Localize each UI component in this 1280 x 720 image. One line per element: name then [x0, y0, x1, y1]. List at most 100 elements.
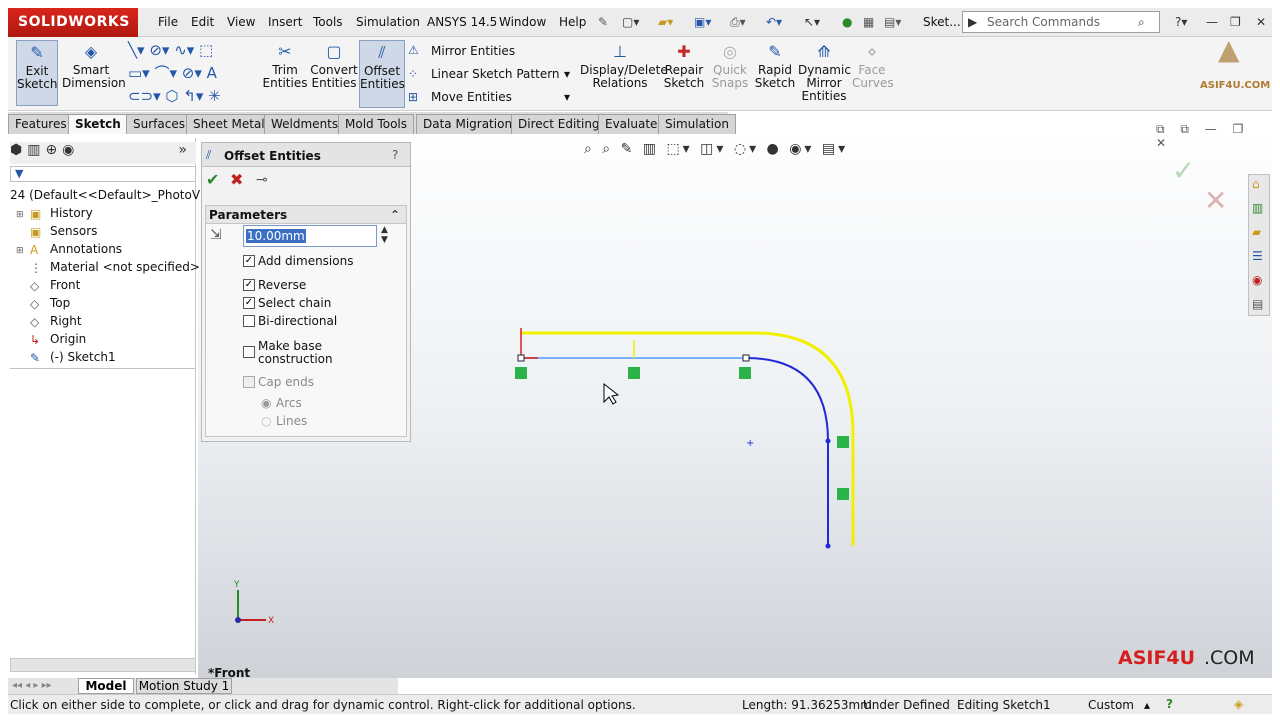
tree-item-origin[interactable]: Origin — [50, 330, 86, 348]
chevron-down-icon[interactable]: ▾ — [564, 90, 570, 104]
expand-icon[interactable]: ⊞ — [16, 244, 24, 258]
chevron-up-icon[interactable]: ▴ — [1144, 698, 1150, 712]
convert-entities-button[interactable]: ▢ Convert Entities — [310, 42, 358, 90]
tab-mold-tools[interactable]: Mold Tools — [338, 114, 415, 134]
tab-weldments[interactable]: Weldments — [264, 114, 346, 134]
tab-direct-editing[interactable]: Direct Editing — [511, 114, 607, 134]
minimize-icon[interactable]: — — [1206, 15, 1218, 29]
help-icon[interactable]: ?▾ — [1175, 15, 1187, 29]
appearances-icon[interactable]: ◉ — [1252, 273, 1262, 287]
reverse-checkbox[interactable]: ✓ — [243, 279, 255, 291]
pin-icon[interactable]: ✎ — [598, 15, 608, 29]
tag-icon[interactable]: ◈ — [1234, 697, 1243, 711]
plane-icon: ◇ — [30, 279, 40, 293]
undo-icon[interactable]: ↶▾ — [766, 15, 782, 29]
save-icon[interactable]: ▣▾ — [694, 15, 711, 29]
rebuild-icon[interactable]: ● — [842, 15, 852, 29]
cancel-x-icon[interactable]: ✖ — [230, 172, 243, 188]
pushpin-icon[interactable]: ⊸ — [256, 173, 268, 187]
select-chain-checkbox[interactable]: ✓ — [243, 297, 255, 309]
tab-evaluate[interactable]: Evaluate — [598, 114, 665, 134]
bidirectional-checkbox[interactable] — [243, 315, 255, 327]
tree-item-annotations[interactable]: Annotations — [50, 240, 122, 258]
repair-sketch-button[interactable]: ✚ Repair Sketch — [662, 42, 706, 90]
menu-simulation[interactable]: Simulation — [356, 15, 420, 29]
menu-window[interactable]: Window — [499, 15, 546, 29]
dynamic-mirror-button[interactable]: ⟰ Dynamic Mirror Entities — [798, 42, 851, 103]
menu-file[interactable]: File — [158, 15, 178, 29]
tab-simulation[interactable]: Simulation — [658, 114, 736, 134]
quick-snaps-button[interactable]: ◎ Quick Snaps — [708, 42, 752, 90]
slot-tool-icon[interactable]: ⊂⊃▾ ⬡ ↰▾ ✳ — [128, 89, 221, 104]
file-properties-icon[interactable]: ▤▾ — [884, 15, 901, 29]
view-palette-icon[interactable]: ☰ — [1252, 249, 1263, 263]
face-curves-button[interactable]: ⋄ Face Curves — [852, 42, 894, 90]
expand-icon[interactable]: ⊞ — [16, 208, 24, 222]
move-entities-button[interactable]: Move Entities — [431, 90, 512, 104]
tab-features[interactable]: Features — [8, 114, 74, 134]
open-folder-icon[interactable]: ▰▾ — [658, 15, 673, 29]
add-dimensions-checkbox[interactable]: ✓ — [243, 255, 255, 267]
make-base-label-line1: Make base — [258, 339, 323, 353]
lines-radio[interactable]: ○ — [261, 414, 271, 428]
tab-model[interactable]: Model — [78, 678, 134, 694]
tree-item-front-plane[interactable]: Front — [50, 276, 80, 294]
new-document-icon[interactable]: ▢▾ — [622, 15, 639, 29]
tree-item-sketch1[interactable]: (-) Sketch1 — [50, 348, 116, 366]
menu-help[interactable]: Help — [559, 15, 586, 29]
print-icon[interactable]: ⎙▾ — [730, 15, 746, 30]
exit-sketch-button[interactable]: ✎ Exit Sketch — [16, 40, 58, 106]
home-icon[interactable]: ⌂ — [1252, 177, 1260, 191]
menu-insert[interactable]: Insert — [268, 15, 302, 29]
units-selector[interactable]: Custom — [1088, 698, 1134, 712]
custom-properties-icon[interactable]: ▤ — [1252, 297, 1263, 311]
section-header[interactable]: Parameters ⌃ — [206, 206, 406, 224]
tab-surfaces[interactable]: Surfaces — [126, 114, 192, 134]
tab-sketch[interactable]: Sketch — [68, 114, 128, 134]
help-icon[interactable]: ? — [1166, 697, 1173, 711]
rapid-sketch-button[interactable]: ✎ Rapid Sketch — [754, 42, 796, 90]
menu-tools[interactable]: Tools — [313, 15, 343, 29]
tree-horizontal-scrollbar[interactable] — [10, 658, 196, 672]
rectangle-tool-icon[interactable]: ▭▾ ⌒▾ ⊘▾ A — [128, 66, 217, 81]
menu-ansys[interactable]: ANSYS 14.5 — [427, 15, 497, 29]
filter-icon[interactable]: ▼ — [10, 166, 196, 182]
file-explorer-icon[interactable]: ▰ — [1252, 225, 1261, 239]
options-icon[interactable]: ▦ — [863, 15, 874, 29]
menu-edit[interactable]: Edit — [191, 15, 214, 29]
close-icon[interactable]: ✕ — [1256, 15, 1266, 29]
tree-root[interactable]: 24 (Default<<Default>_PhotoV — [10, 186, 200, 204]
design-library-icon[interactable]: ▥ — [1252, 201, 1263, 215]
menu-view[interactable]: View — [227, 15, 255, 29]
ok-check-icon[interactable]: ✔ — [206, 172, 219, 188]
display-delete-relations-button[interactable]: ⊥ Display/Delete Relations — [580, 42, 668, 90]
line-tool-icon[interactable]: ╲▾ ⊘▾ ∿▾ ⬚ — [128, 43, 213, 58]
tab-sheet-metal[interactable]: Sheet Metal — [186, 114, 272, 134]
linear-sketch-pattern-button[interactable]: Linear Sketch Pattern — [431, 67, 560, 81]
offset-distance-input[interactable]: 10.00mm — [243, 225, 377, 247]
trim-entities-button[interactable]: ✂ Trim Entities — [262, 42, 308, 90]
select-icon[interactable]: ↖▾ — [804, 15, 820, 29]
tree-item-right-plane[interactable]: Right — [50, 312, 82, 330]
tab-scroll-arrows[interactable]: ◂◂ ◂ ▸ ▸▸ — [12, 679, 52, 693]
search-commands-input[interactable]: Search Commands — [962, 11, 1160, 33]
tab-motion-study-1[interactable]: Motion Study 1 — [136, 678, 232, 694]
spinner-icon[interactable]: ▲ ▼ — [381, 225, 388, 245]
tree-item-history[interactable]: History — [50, 204, 93, 222]
tree-item-top-plane[interactable]: Top — [50, 294, 70, 312]
tab-data-migration[interactable]: Data Migration — [416, 114, 520, 134]
manager-tabs[interactable]: ⬢▥⊕◉» — [10, 142, 196, 164]
tree-item-material[interactable]: Material <not specified> — [50, 258, 200, 276]
make-base-construction-checkbox[interactable] — [243, 346, 255, 358]
restore-icon[interactable]: ❐ — [1230, 15, 1241, 29]
offset-entities-button[interactable]: ⫽ Offset Entities — [359, 40, 405, 108]
help-icon[interactable]: ? — [392, 148, 398, 162]
chevron-down-icon[interactable]: ▾ — [564, 67, 570, 81]
arcs-radio[interactable]: ◉ — [261, 396, 271, 410]
cap-ends-checkbox[interactable] — [243, 376, 255, 388]
search-icon[interactable]: ⌕ — [1138, 15, 1145, 30]
mirror-entities-button[interactable]: Mirror Entities — [431, 44, 515, 58]
smart-dimension-button[interactable]: ◈ Smart Dimension — [62, 42, 126, 90]
collapse-icon[interactable]: ⌃ — [390, 208, 400, 222]
tree-item-sensors[interactable]: Sensors — [50, 222, 97, 240]
